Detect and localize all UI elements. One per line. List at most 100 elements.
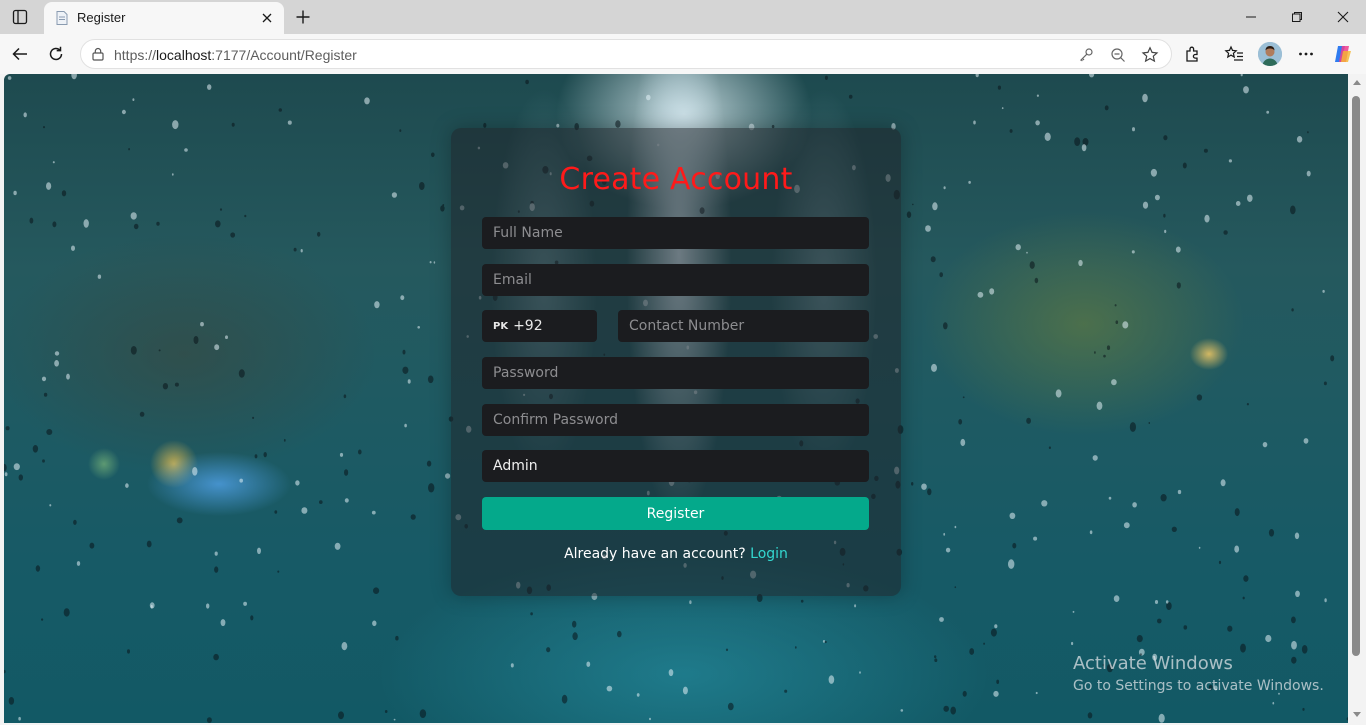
rain-drop (319, 500, 323, 504)
rain-drop (4, 669, 6, 674)
close-window-icon[interactable] (1328, 6, 1358, 28)
rain-drop (419, 709, 427, 718)
zoom-out-icon[interactable] (1109, 46, 1127, 64)
rain-drop (41, 376, 47, 382)
favorite-star-icon[interactable] (1141, 46, 1159, 64)
vertical-scrollbar[interactable] (1348, 74, 1366, 723)
key-icon[interactable] (1077, 46, 1095, 64)
country-code-select[interactable]: PK +92 (482, 310, 597, 342)
rain-drop (1324, 598, 1327, 603)
rain-drop (969, 648, 975, 655)
page-viewport: Create Account PK +92 Admin Register Alr… (4, 74, 1348, 723)
rain-drop (1296, 136, 1303, 143)
rain-drop (900, 709, 904, 712)
rain-drop (854, 604, 857, 608)
login-link[interactable]: Login (750, 546, 788, 562)
watermark-title: Activate Windows (1073, 653, 1233, 674)
rain-drop (127, 649, 130, 654)
scroll-up-arrow-icon[interactable] (1353, 80, 1361, 85)
rain-drop (171, 173, 174, 176)
confirm-password-input[interactable] (482, 404, 869, 436)
rain-drop (510, 663, 514, 668)
contact-number-input[interactable] (618, 310, 869, 342)
rain-drop (1175, 246, 1181, 253)
rain-drop (239, 478, 243, 483)
register-button[interactable]: Register (482, 497, 869, 530)
rain-drop (206, 603, 210, 609)
rain-drop (384, 710, 388, 713)
new-tab-plus-icon[interactable] (292, 6, 314, 28)
rain-drop (994, 624, 998, 629)
rain-drop (1203, 148, 1208, 153)
refresh-icon[interactable] (45, 43, 67, 65)
profile-avatar[interactable] (1258, 42, 1282, 66)
tab-close-icon[interactable] (258, 9, 276, 27)
full-name-input[interactable] (482, 217, 869, 249)
rain-drop (1154, 194, 1160, 201)
scroll-thumb[interactable] (1352, 96, 1360, 656)
rain-drop (725, 648, 729, 652)
rain-drop (572, 620, 577, 628)
rain-drop (410, 514, 416, 520)
rain-drop (49, 504, 52, 507)
rain-drop (1154, 600, 1159, 604)
rain-drop (402, 366, 409, 374)
rain-drop (263, 452, 267, 458)
address-bar[interactable]: https://localhost:7177/Account/Register (80, 39, 1172, 69)
rain-drop (238, 369, 245, 378)
email-input[interactable] (482, 264, 869, 296)
rain-drop (636, 693, 640, 697)
rain-drop (1148, 422, 1151, 424)
extensions-puzzle-icon[interactable] (1182, 43, 1204, 65)
scroll-down-arrow-icon[interactable] (1353, 712, 1361, 717)
rain-drop (973, 120, 976, 125)
rain-drop (149, 602, 155, 609)
rain-drop (1160, 494, 1167, 502)
rain-drop (358, 449, 362, 455)
rain-drop (43, 126, 45, 129)
rain-drop (243, 601, 248, 606)
rain-drop (440, 205, 445, 212)
rain-drop (682, 686, 688, 695)
rain-drop (1009, 129, 1013, 133)
rain-drop (23, 112, 27, 118)
rain-drop (1122, 321, 1129, 329)
rain-drop (427, 375, 434, 384)
rain-drop (1165, 600, 1169, 604)
rain-drop (1242, 596, 1245, 600)
rain-drop (958, 419, 963, 425)
rain-drop (1243, 86, 1249, 94)
rain-drop (1008, 559, 1015, 569)
rain-drop (1176, 282, 1181, 289)
rain-drop (220, 619, 226, 627)
copilot-icon[interactable] (1332, 43, 1354, 65)
favorites-list-icon[interactable] (1223, 43, 1245, 65)
rain-drop (1294, 532, 1300, 540)
rain-drop (5, 426, 10, 431)
rain-drop (1009, 512, 1016, 519)
rain-drop (1074, 137, 1081, 146)
rain-drop (1243, 575, 1249, 582)
sidebar-toggle-icon[interactable] (10, 7, 30, 27)
rain-drop (277, 570, 280, 573)
minimize-icon[interactable] (1236, 6, 1266, 28)
rain-drop (934, 658, 938, 662)
restore-icon[interactable] (1282, 6, 1312, 28)
rain-drop (214, 344, 220, 351)
address-url[interactable]: https://localhost:7177/Account/Register (114, 47, 357, 63)
browser-tab[interactable]: Register (44, 2, 284, 34)
page-favicon-icon (54, 10, 70, 26)
site-info-lock-icon[interactable] (90, 46, 106, 62)
rain-drop (939, 617, 944, 622)
password-input[interactable] (482, 357, 869, 389)
more-options-icon[interactable] (1295, 43, 1317, 65)
rain-drop (1163, 135, 1168, 141)
rain-drop (1136, 635, 1143, 643)
rain-drop (1268, 529, 1275, 537)
rain-drop (800, 599, 804, 603)
role-select[interactable]: Admin (482, 450, 869, 482)
rain-drop (429, 261, 432, 264)
rain-drop (46, 182, 52, 190)
back-arrow-icon[interactable] (9, 43, 31, 65)
rain-drop (1081, 144, 1087, 152)
